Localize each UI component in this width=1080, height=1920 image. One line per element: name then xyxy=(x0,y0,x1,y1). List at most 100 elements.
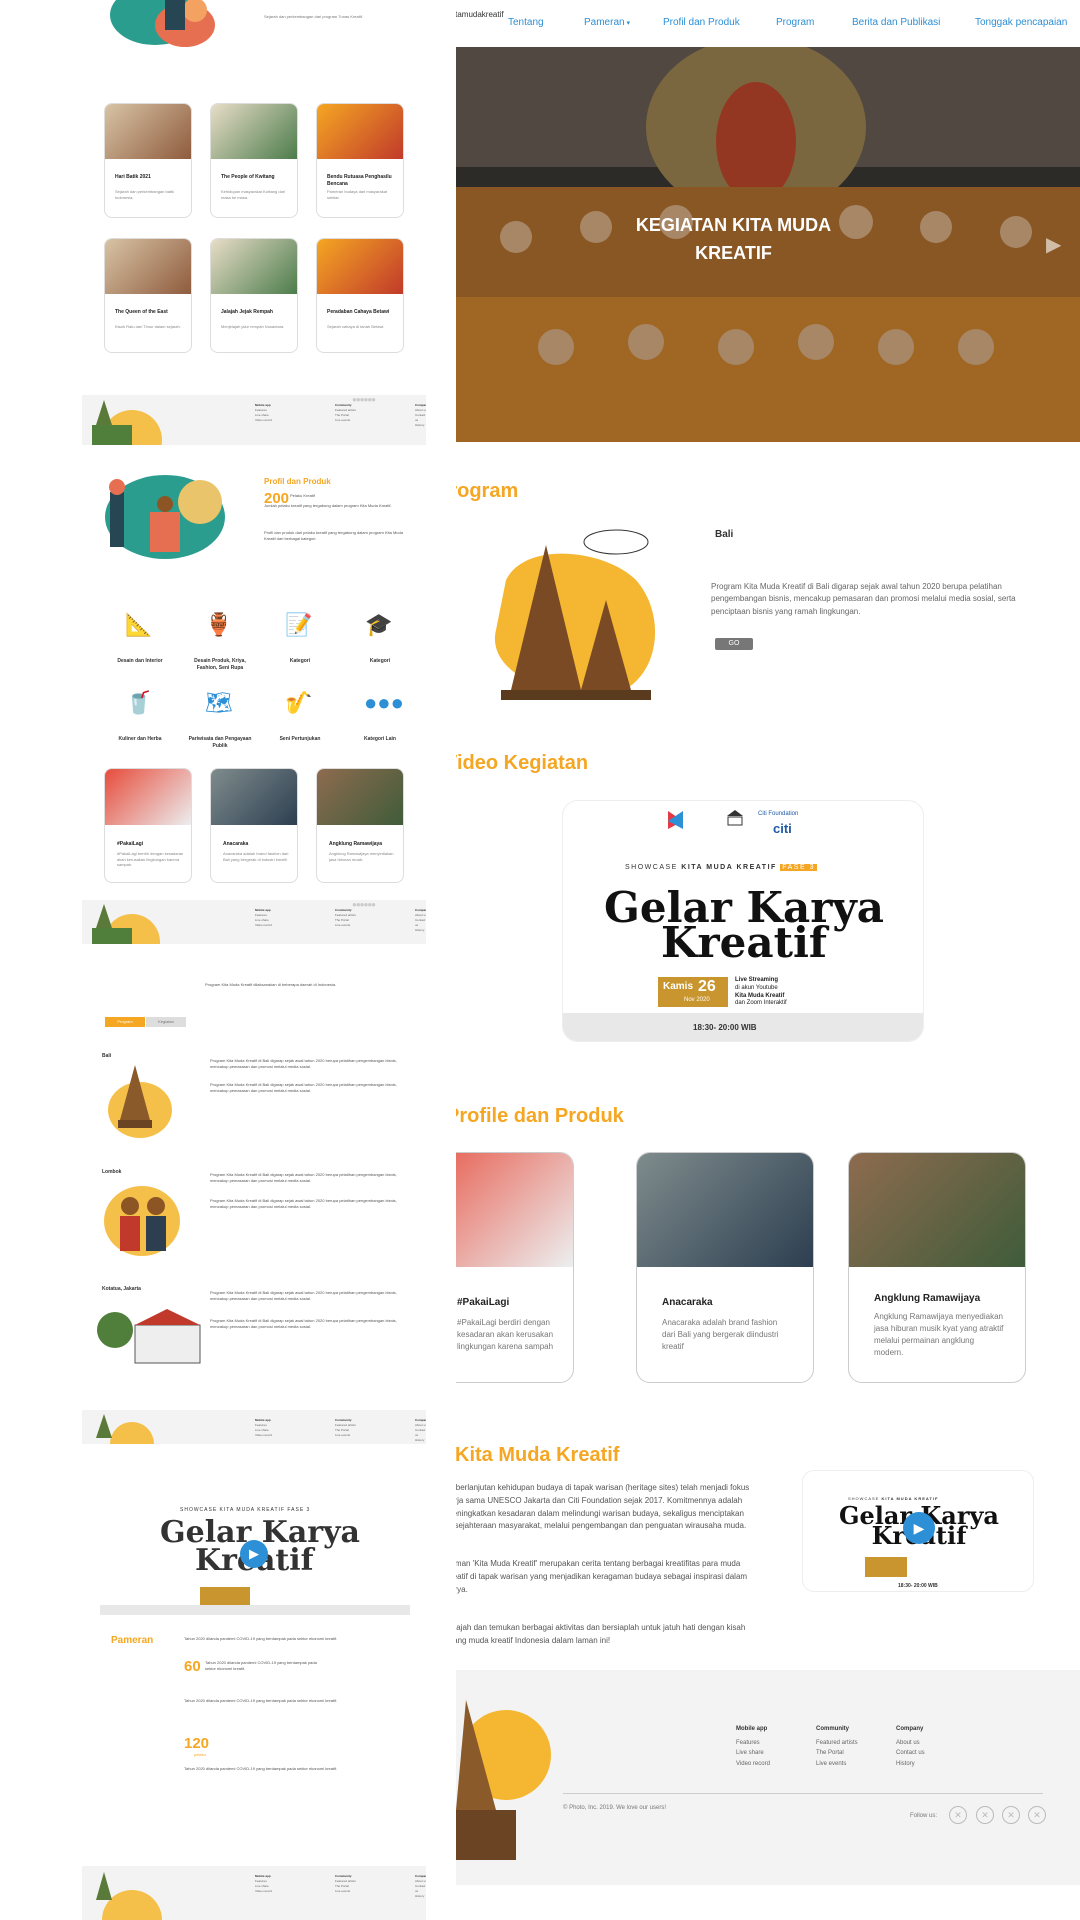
card-thumbnail xyxy=(211,104,297,159)
category-icon[interactable]: 🎷 xyxy=(284,690,314,722)
program-region-title: Bali xyxy=(715,529,734,540)
card-desc: Angklung Ramawijaya menyediakan jasa hib… xyxy=(874,1312,1004,1357)
category-icon[interactable]: 📝 xyxy=(284,612,314,644)
category-icon[interactable]: 🗺 xyxy=(204,690,234,722)
program-tab-2[interactable]: Kegiatan xyxy=(146,1017,186,1027)
footer-column: CompanyAbout usContact usHistory xyxy=(896,1724,925,1769)
category-icon[interactable]: 🏺 xyxy=(204,612,234,644)
category-label[interactable]: Desain dan Interior xyxy=(105,658,175,665)
footer-link[interactable]: Live events xyxy=(335,418,356,423)
footer-column: CompanyAbout usContact usHistory xyxy=(415,908,426,933)
footer-link[interactable]: Contact us xyxy=(415,1428,426,1438)
play-icon[interactable]: ▶ xyxy=(903,1512,935,1544)
hero-title-line-1: KEGIATAN KITA MUDA xyxy=(635,215,832,235)
profile-card[interactable]: Angklung Ramawijaya Angklung Ramawijaya m… xyxy=(848,1152,1026,1383)
profile-card[interactable]: Anacaraka Anacaraka adalah brand fashion … xyxy=(636,1152,814,1383)
footer-link[interactable]: Live events xyxy=(335,1433,356,1438)
category-icon[interactable]: 🥤 xyxy=(124,690,154,722)
card-image xyxy=(849,1153,1025,1267)
stream-line-4: dan Zoom Interaktif xyxy=(735,1000,787,1007)
play-icon[interactable]: ▶ xyxy=(240,1540,268,1568)
profile-card[interactable]: #PakaiLagi #PakaiLagi berdiri dengan kesa… xyxy=(456,1152,574,1383)
footer-link[interactable]: Live events xyxy=(335,923,356,928)
profile-card[interactable]: Angklung Ramawijaya Angklung Ramawijaya m… xyxy=(316,768,404,883)
kmk-paragraph-1: Keberlanjutan kehidupan budaya di tapak … xyxy=(456,1483,750,1531)
nav-tonggak-pencapaian[interactable]: Tonggak pencapaian xyxy=(975,17,1067,28)
kmk-video-thumb[interactable]: SHOWCASE KITA MUDA KREATIF Gelar Karya K… xyxy=(802,1470,1034,1592)
category-label[interactable]: Kategori Lain xyxy=(345,736,415,743)
exhibition-card[interactable]: Jalajah Jejak Rempah Menjelajah jalur rem… xyxy=(210,238,298,353)
category-label[interactable]: Kuliner dan Herba xyxy=(105,736,175,743)
category-icon[interactable]: 📐 xyxy=(124,612,154,644)
pameran-count-2-unit: pelaku xyxy=(194,1752,206,1757)
footer-link[interactable]: Contact us xyxy=(415,1884,426,1894)
category-label[interactable]: Kategori xyxy=(265,658,335,665)
footer-column: Community Featured artists The Portal Live … xyxy=(335,1418,356,1438)
card-thumbnail xyxy=(105,104,191,159)
footer-column: Community Featured artists The Portal Live … xyxy=(816,1724,858,1769)
brand-logo[interactable]: Kitamudakreatif xyxy=(456,10,504,19)
nav-tentang[interactable]: Tentang xyxy=(508,17,544,28)
video-date: 26 xyxy=(698,978,716,995)
footer-link[interactable]: Video record xyxy=(255,1433,272,1438)
footer-link[interactable]: Video record xyxy=(255,923,272,928)
footer-illustration xyxy=(456,1680,551,1860)
footer-link[interactable]: Video record xyxy=(736,1759,770,1770)
hero-next-arrow-icon[interactable]: ▶ xyxy=(1046,232,1061,257)
footer-link[interactable]: History xyxy=(415,423,426,428)
nav-berita-publikasi[interactable]: Berita dan Publikasi xyxy=(852,17,940,28)
pagination-dots[interactable]: ●●●●●● xyxy=(352,395,402,404)
region-kotatua-text: Program Kita Muda Kreatif di Bali digara… xyxy=(210,1290,397,1301)
footer-link[interactable]: History xyxy=(415,1438,426,1443)
go-button[interactable]: GO xyxy=(715,638,753,650)
card-title: Anacaraka xyxy=(662,1297,713,1308)
footer-link[interactable]: History xyxy=(896,1759,925,1770)
profile-card[interactable]: #PakaiLagi #PakaiLagi berdiri dengan kesa… xyxy=(104,768,192,883)
nav-profil-produk[interactable]: Profil dan Produk xyxy=(663,17,740,28)
footer-link[interactable]: The Portal xyxy=(816,1748,858,1759)
profile-card[interactable]: Anacaraka Anacaraka adalah brand fashion … xyxy=(210,768,298,883)
footer-link[interactable]: Featured artists xyxy=(816,1738,858,1749)
category-label[interactable]: Desain Produk, Kriya, Fashion, Seni Rupa xyxy=(185,658,255,671)
video-day: Kamis xyxy=(663,981,694,992)
category-label[interactable]: Pariwisata dan Pengayaan Publik xyxy=(185,736,255,749)
exhibition-card[interactable]: Peradaban Cahaya Betawi Sejarah cahaya di… xyxy=(316,238,404,353)
nav-program[interactable]: Program xyxy=(776,17,814,28)
footer-link[interactable]: Video record xyxy=(255,418,272,423)
footer-link[interactable]: Contact us xyxy=(415,413,426,423)
citi-foundation-label: Citi Foundation xyxy=(758,811,799,817)
footer-link[interactable]: Video record xyxy=(255,1889,272,1894)
footer-link[interactable]: Live events xyxy=(335,1889,356,1894)
footer-link[interactable]: About us xyxy=(896,1738,925,1749)
category-label[interactable]: Seni Pertunjukan xyxy=(265,736,335,743)
card-desc: Sejarah dan perkembangan batik Indonesia… xyxy=(115,189,174,200)
site-footer: Mobile app Features Live share Video record… xyxy=(456,1670,1080,1885)
program-tab-1[interactable]: Program xyxy=(105,1017,145,1027)
footer-column: Mobile app Features Live share Video record xyxy=(255,1874,272,1894)
exhibition-card[interactable]: Bendu Rutuasa Penghasilu Bencana Pameran … xyxy=(316,103,404,218)
footer-link[interactable]: History xyxy=(415,928,426,933)
social-icon-4[interactable]: ✕ xyxy=(1028,1806,1046,1824)
footer-link[interactable]: Contact us xyxy=(896,1748,925,1759)
social-icon-1[interactable]: ✕ xyxy=(949,1806,967,1824)
nav-pameran[interactable]: Pameran ▾ xyxy=(584,17,630,28)
footer-link[interactable]: Contact us xyxy=(415,918,426,928)
category-label[interactable]: Kategori xyxy=(345,658,415,665)
video-poster[interactable]: Citi Foundation citi SHOWCASE KITA MUDA … xyxy=(562,800,924,1042)
category-icon[interactable]: 🎓 xyxy=(364,612,394,644)
footer-column: CompanyAbout usContact usHistory xyxy=(415,1418,426,1443)
category-icon[interactable]: ●●● xyxy=(364,690,404,722)
footer-link[interactable]: Features xyxy=(736,1738,770,1749)
kmk-video-time: 18:30- 20:00 WIB xyxy=(898,1583,938,1589)
social-icon-2[interactable]: ✕ xyxy=(976,1806,994,1824)
footer-link[interactable]: Live events xyxy=(816,1759,858,1770)
video-poster-small[interactable]: SHOWCASE KITA MUDA KREATIF FASE 3 Gelar … xyxy=(100,1485,410,1615)
card-desc: Pameran budaya dari masyarakat sekitar. xyxy=(327,189,388,200)
footer-link[interactable]: Live share xyxy=(736,1748,770,1759)
footer-link[interactable]: History xyxy=(415,1894,426,1899)
exhibition-card[interactable]: The People of Kwitang Kehidupan masyaraka… xyxy=(210,103,298,218)
exhibition-card[interactable]: The Queen of the East Kisah Ratu dari Tim… xyxy=(104,238,192,353)
exhibition-card[interactable]: Hari Batik 2021 Sejarah dan perkembangan … xyxy=(104,103,192,218)
region-lombok-text: Program Kita Muda Kreatif di Bali digara… xyxy=(210,1172,397,1183)
social-icon-3[interactable]: ✕ xyxy=(1002,1806,1020,1824)
